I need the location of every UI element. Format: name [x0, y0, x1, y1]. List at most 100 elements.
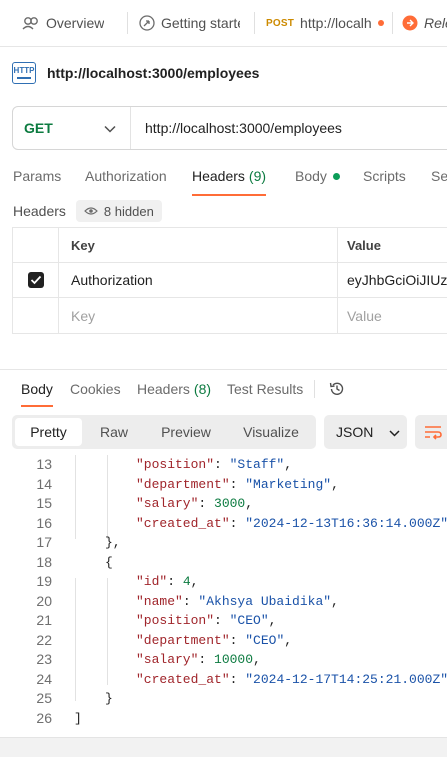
tab-label: Release notes: [424, 15, 447, 31]
code-text: "position": "CEO",: [136, 613, 277, 628]
http-icon: HTTP: [12, 62, 36, 84]
code-line: 20 "name": "Akhsya Ubaidika",: [0, 592, 447, 612]
line-number: 24: [36, 670, 52, 687]
chevron-down-icon: [389, 424, 400, 440]
code-line: 17},: [0, 533, 447, 553]
tab-method-label: POST: [266, 17, 295, 29]
response-tab-cookies[interactable]: Cookies: [70, 378, 121, 400]
line-number: 14: [36, 475, 52, 492]
response-headers-count: (8): [193, 381, 212, 397]
header-enabled-checkbox[interactable]: [27, 272, 44, 288]
body-indicator-dot-icon: [332, 173, 340, 180]
tab-authorization[interactable]: Authorization: [85, 162, 167, 196]
rocket-icon: [139, 15, 155, 31]
view-visualize-button[interactable]: Visualize: [228, 418, 314, 446]
header-key-cell[interactable]: Authorization: [59, 263, 338, 297]
code-line: 26]: [0, 709, 447, 729]
code-line: 15 "salary": 3000,: [0, 494, 447, 514]
format-select[interactable]: JSON: [324, 415, 407, 449]
wrap-lines-button[interactable]: [415, 415, 447, 449]
tab-params[interactable]: Params: [13, 162, 61, 196]
code-line: 23 "salary": 10000,: [0, 650, 447, 670]
tab-release-notes[interactable]: Release notes: [402, 0, 447, 46]
headers-count: (9): [248, 168, 267, 184]
code-text: "department": "CEO",: [136, 632, 293, 648]
response-body-code[interactable]: 13 "position": "Staff", 14 "department": "M…: [0, 455, 447, 737]
line-number: 16: [36, 514, 52, 531]
response-tab-test-results[interactable]: Test Results: [227, 378, 303, 400]
tab-label: http://localhost:3000/employees: [300, 15, 372, 31]
view-pretty-button[interactable]: Pretty: [15, 418, 82, 446]
hidden-headers-toggle[interactable]: 8 hidden: [75, 200, 162, 222]
active-tab-indicator: [192, 194, 266, 196]
release-icon: [402, 15, 418, 31]
code-line: 21 "position": "CEO",: [0, 611, 447, 631]
line-number: 15: [36, 495, 52, 511]
tab-post-request[interactable]: POST http://localhost:3000/employees: [266, 0, 384, 46]
response-divider[interactable]: [0, 369, 447, 370]
format-label: JSON: [336, 424, 374, 440]
code-line: 19 "id": 4,: [0, 572, 447, 592]
line-number: 23: [36, 651, 52, 667]
view-raw-button[interactable]: Raw: [84, 418, 144, 446]
request-title[interactable]: http://localhost:3000/employees: [47, 65, 259, 81]
url-bar: GET: [12, 106, 447, 150]
code-line: 25}: [0, 689, 447, 709]
code-text: "id": 4,: [136, 574, 199, 589]
check-icon: [30, 275, 41, 285]
response-view-toggle: Pretty Raw Preview Visualize: [12, 415, 316, 449]
key-placeholder-input[interactable]: Key: [59, 298, 338, 333]
line-number: 13: [36, 456, 52, 472]
column-header-key: Key: [59, 228, 338, 262]
line-number: 17: [36, 534, 52, 550]
response-tab-body[interactable]: Body: [21, 378, 53, 400]
tab-body[interactable]: Body: [295, 162, 340, 196]
status-bar: [0, 737, 447, 757]
line-number: 19: [36, 573, 52, 589]
view-preview-button[interactable]: Preview: [146, 418, 226, 446]
code-text: "salary": 10000,: [136, 652, 261, 667]
code-line: 18 {: [0, 553, 447, 573]
code-text: "position": "Staff",: [136, 457, 293, 472]
code-text: "department": "Marketing",: [136, 476, 339, 492]
code-text: "salary": 3000,: [136, 496, 254, 511]
value-placeholder-input[interactable]: Value: [338, 298, 447, 333]
method-select[interactable]: GET: [13, 107, 131, 149]
code-line: 16 "created_at": "2024-12-13T16:36:14.000…: [0, 514, 447, 534]
url-input[interactable]: [145, 120, 445, 136]
tab-settings[interactable]: Settings: [431, 162, 447, 196]
code-text: "created_at": "2024-12-13T16:36:14.000Z": [136, 515, 447, 531]
table-header-row: Key Value: [13, 228, 447, 263]
headers-label: Headers: [13, 203, 66, 219]
response-tabs: Body Cookies Headers (8) Test Results: [0, 378, 447, 408]
tab-getting-started[interactable]: Getting started: [139, 0, 240, 46]
tab-label: Overview: [46, 15, 104, 31]
wrap-icon: [425, 426, 442, 440]
tab-overview[interactable]: Overview: [22, 0, 104, 46]
unsaved-dot-icon: [378, 20, 384, 26]
tab-strip: Overview Getting started POST http://loc…: [0, 0, 447, 47]
code-line: 14 "department": "Marketing",: [0, 475, 447, 495]
code-text: },: [105, 535, 121, 550]
line-number: 26: [36, 709, 52, 726]
line-number: 21: [36, 612, 52, 628]
response-tab-headers[interactable]: Headers (8): [137, 378, 211, 400]
chevron-down-icon: [104, 120, 116, 136]
code-line: 13 "position": "Staff",: [0, 455, 447, 475]
request-tabs: Params Authorization Headers (9) Body Scr…: [0, 162, 447, 196]
headers-subheader: Headers 8 hidden: [13, 200, 162, 222]
column-header-value: Value: [347, 237, 381, 253]
eye-icon: [84, 206, 98, 216]
header-value-cell[interactable]: eyJhbGciOiJIUzI1NiIsInR5cCI6IkpXVCJ9: [338, 263, 447, 297]
method-label: GET: [24, 120, 53, 136]
history-icon[interactable]: [328, 378, 346, 400]
tab-headers[interactable]: Headers (9): [192, 162, 266, 196]
table-row: Authorization eyJhbGciOiJIUzI1NiIsInR5cC…: [13, 263, 447, 298]
people-icon: [22, 16, 40, 30]
tab-divider: [254, 12, 255, 34]
code-text: }: [105, 691, 113, 706]
code-text: "name": "Akhsya Ubaidika",: [136, 593, 339, 609]
response-tabs-divider: [314, 380, 315, 398]
tab-scripts[interactable]: Scripts: [363, 162, 406, 196]
request-title-row: HTTP http://localhost:3000/employees: [12, 60, 259, 86]
